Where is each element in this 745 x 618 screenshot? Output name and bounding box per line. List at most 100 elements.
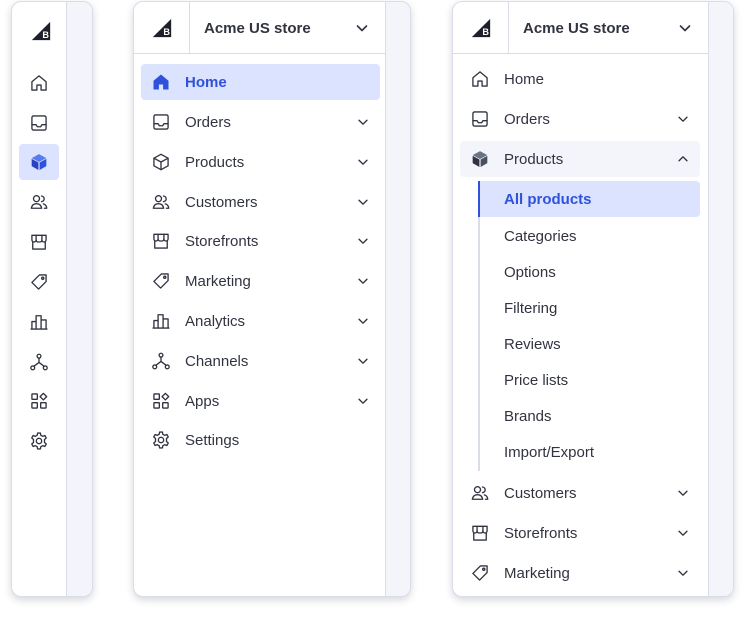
subnav-item-label: Price lists — [504, 371, 569, 389]
nav-item-label: Orders — [504, 110, 550, 128]
subnav-item-label: Options — [504, 263, 556, 281]
content-strip — [708, 2, 733, 596]
rail-apps-button[interactable] — [19, 383, 59, 419]
chevron-down-icon[interactable] — [356, 314, 370, 328]
nav-item-label: Storefronts — [185, 232, 259, 250]
apps-icon — [29, 391, 49, 411]
analytics-icon — [29, 312, 49, 332]
chevron-down-icon[interactable] — [356, 195, 370, 209]
bigcommerce-logo-icon[interactable] — [30, 20, 52, 42]
settings-icon — [151, 430, 171, 450]
marketing-icon — [470, 563, 490, 583]
nav-item-analytics[interactable]: Analytics — [141, 303, 380, 339]
nav-item-channels[interactable]: Channels — [141, 343, 380, 379]
subnav-item-reviews[interactable]: Reviews — [480, 326, 700, 362]
chevron-down-icon[interactable] — [676, 526, 690, 540]
nav-item-label: Channels — [185, 352, 249, 370]
customers-icon — [151, 192, 171, 212]
chevron-down-icon[interactable] — [356, 115, 370, 129]
products-icon — [470, 149, 490, 169]
store-header[interactable]: Acme US store — [453, 2, 709, 54]
collapsed-nav-panel — [11, 1, 93, 597]
nav-item-storefronts[interactable]: Storefronts — [141, 223, 380, 259]
rail-channels-button[interactable] — [19, 344, 59, 380]
nav-item-customers[interactable]: Customers — [460, 475, 700, 511]
storefronts-icon — [151, 231, 171, 251]
chevron-down-icon[interactable] — [676, 566, 690, 580]
chevron-down-icon[interactable] — [676, 486, 690, 500]
channels-icon — [29, 352, 49, 372]
nav-item-products[interactable]: Products — [460, 141, 700, 177]
nav-item-settings[interactable]: Settings — [141, 422, 380, 458]
subnav-item-options[interactable]: Options — [480, 254, 700, 290]
rail-marketing-button[interactable] — [19, 264, 59, 300]
subnav-item-label: Filtering — [504, 299, 558, 317]
chevron-down-icon[interactable] — [356, 354, 370, 368]
store-switcher-label[interactable]: Acme US store — [523, 2, 630, 54]
nav-item-storefronts[interactable]: Storefronts — [460, 515, 700, 551]
rail-settings-button[interactable] — [19, 423, 59, 459]
home-icon — [29, 73, 49, 93]
nav-item-label: Marketing — [185, 272, 251, 290]
orders-icon — [470, 109, 490, 129]
rail-orders-button[interactable] — [19, 105, 59, 141]
logo-cell — [453, 2, 509, 54]
chevron-down-icon[interactable] — [677, 20, 693, 36]
storefronts-icon — [29, 232, 49, 252]
channels-icon — [151, 351, 171, 371]
nav-item-marketing[interactable]: Marketing — [460, 555, 700, 591]
subnav-item-filtering[interactable]: Filtering — [480, 290, 700, 326]
nav-item-label: Products — [185, 153, 245, 171]
products-icon — [151, 152, 171, 172]
subnav-item-all-products[interactable]: All products — [478, 181, 700, 217]
subnav-item-label: Import/Export — [504, 443, 595, 461]
nav-item-orders[interactable]: Orders — [141, 104, 380, 140]
chevron-up-icon[interactable] — [676, 152, 690, 166]
store-switcher-label[interactable]: Acme US store — [204, 2, 311, 54]
bigcommerce-logo-icon — [470, 17, 492, 39]
rail-home-button[interactable] — [19, 65, 59, 101]
nav-item-home[interactable]: Home — [141, 64, 380, 100]
icon-rail — [12, 2, 68, 596]
expanded-nav-panel: Acme US store Home Orders Products Custo… — [133, 1, 411, 597]
nav-item-label: Marketing — [504, 564, 570, 582]
subnav-item-label: Reviews — [504, 335, 561, 353]
nav-item-label: Home — [185, 73, 227, 91]
content-strip — [66, 2, 92, 596]
chevron-down-icon[interactable] — [356, 394, 370, 408]
nav-item-products[interactable]: Products — [141, 144, 380, 180]
nav-item-label: Apps — [185, 392, 220, 410]
nav-item-label: Home — [504, 70, 545, 88]
orders-icon — [151, 112, 171, 132]
analytics-icon — [151, 311, 171, 331]
chevron-down-icon[interactable] — [356, 155, 370, 169]
nav-item-orders[interactable]: Orders — [460, 101, 700, 137]
storefronts-icon — [470, 523, 490, 543]
nav-item-label: Settings — [185, 431, 240, 449]
nav-item-customers[interactable]: Customers — [141, 184, 380, 220]
chevron-down-icon[interactable] — [676, 112, 690, 126]
nav-item-marketing[interactable]: Marketing — [141, 263, 380, 299]
store-header[interactable]: Acme US store — [134, 2, 386, 54]
rail-storefronts-button[interactable] — [19, 224, 59, 260]
products-icon — [29, 152, 49, 172]
chevron-down-icon[interactable] — [354, 20, 370, 36]
home-icon — [470, 69, 490, 89]
nav-item-home[interactable]: Home — [460, 61, 700, 97]
nav-item-label: Storefronts — [504, 524, 578, 542]
subnav-item-label: Brands — [504, 407, 552, 425]
subnav-item-label: All products — [504, 190, 592, 208]
rail-analytics-button[interactable] — [19, 304, 59, 340]
subnav-item-import-export[interactable]: Import/Export — [480, 434, 700, 470]
nav-item-apps[interactable]: Apps — [141, 383, 380, 419]
subnav-item-brands[interactable]: Brands — [480, 398, 700, 434]
chevron-down-icon[interactable] — [356, 234, 370, 248]
subnav-item-categories[interactable]: Categories — [480, 218, 700, 254]
home-icon — [151, 72, 171, 92]
rail-customers-button[interactable] — [19, 184, 59, 220]
marketing-icon — [29, 272, 49, 292]
chevron-down-icon[interactable] — [356, 274, 370, 288]
subnav-item-price-lists[interactable]: Price lists — [480, 362, 700, 398]
rail-products-button[interactable] — [19, 144, 59, 180]
nav-item-label: Customers — [185, 193, 258, 211]
